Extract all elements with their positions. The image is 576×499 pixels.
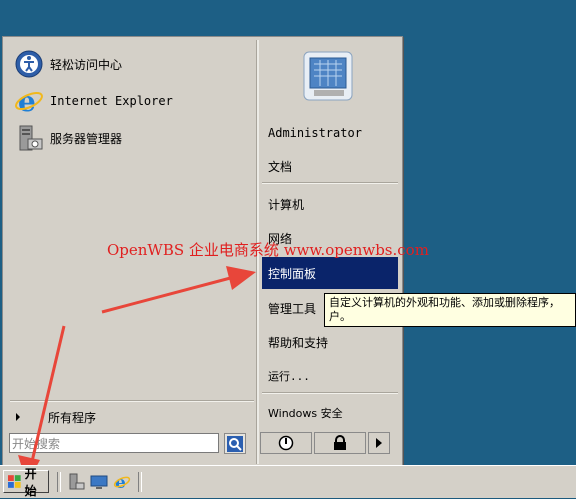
right-pane: Administrator 文档 计算机 网络 控制面板 管理工具 帮助和支持 …	[260, 40, 400, 426]
server-manager-icon	[14, 123, 44, 153]
quicklaunch-server-manager[interactable]	[66, 472, 86, 492]
server-manager-icon	[69, 473, 85, 490]
all-programs-label: 所有程序	[48, 410, 97, 425]
control-panel-label: 控制面板	[268, 266, 317, 281]
pinned-item-label: 服务器管理器	[50, 131, 123, 146]
svg-text:e: e	[18, 86, 36, 116]
search-placeholder: 开始搜索	[12, 436, 61, 451]
ease-of-access-icon	[14, 49, 44, 79]
internet-explorer-icon: e	[14, 86, 44, 116]
windows-logo-icon	[8, 474, 21, 488]
taskbar-separator	[138, 472, 142, 492]
chevron-right-icon	[16, 413, 20, 421]
help-support-label: 帮助和支持	[268, 335, 329, 350]
show-desktop-icon	[90, 475, 108, 489]
separator	[10, 400, 254, 402]
separator	[262, 182, 398, 184]
control-panel-tooltip: 自定义计算机的外观和功能、添加或删除程序，户。	[324, 293, 576, 327]
windows-security-label: Windows 安全	[268, 407, 343, 420]
power-icon	[278, 435, 294, 451]
internet-explorer-icon: e	[113, 473, 131, 491]
power-button[interactable]	[260, 432, 312, 454]
quicklaunch-internet-explorer[interactable]: e	[112, 472, 132, 492]
search-icon	[227, 435, 243, 452]
user-name-item[interactable]: Administrator	[262, 118, 398, 148]
user-picture-icon	[303, 51, 353, 101]
watermark-text: OpenWBS 企业电商系统 www.openwbs.com	[107, 241, 429, 259]
all-programs-button[interactable]: 所有程序	[14, 408, 254, 426]
windows-security-item[interactable]: Windows 安全	[262, 398, 398, 428]
start-label: 开始	[24, 466, 37, 498]
pinned-item-internet-explorer[interactable]: e Internet Explorer	[14, 85, 173, 117]
pinned-programs-pane: 轻松访问中心 e Internet Explorer 服务器管理器 所有程序	[6, 40, 254, 426]
start-button[interactable]: 开始	[3, 467, 49, 498]
search-button[interactable]	[224, 433, 246, 454]
admin-tools-label: 管理工具	[268, 301, 317, 316]
quicklaunch-show-desktop[interactable]	[89, 472, 109, 492]
power-controls	[260, 432, 391, 456]
taskbar-separator	[57, 472, 61, 492]
control-panel-item[interactable]: 控制面板	[262, 257, 398, 289]
documents-label: 文档	[268, 159, 293, 174]
help-support-item[interactable]: 帮助和支持	[262, 327, 398, 357]
computer-item[interactable]: 计算机	[262, 189, 398, 219]
chevron-right-icon	[376, 438, 382, 448]
pinned-item-ease-of-access[interactable]: 轻松访问中心	[14, 48, 122, 80]
user-name-label: Administrator	[268, 126, 362, 140]
lock-button[interactable]	[314, 432, 366, 454]
shutdown-options-button[interactable]	[368, 432, 390, 454]
computer-label: 计算机	[268, 197, 305, 212]
run-label: 运行...	[268, 370, 310, 383]
taskbar: 开始 e	[0, 465, 576, 498]
separator	[262, 392, 398, 394]
documents-item[interactable]: 文档	[262, 151, 398, 181]
pinned-item-label: 轻松访问中心	[50, 57, 123, 72]
search-input[interactable]: 开始搜索	[9, 433, 219, 453]
lock-icon	[334, 435, 346, 450]
pinned-item-label: Internet Explorer	[50, 94, 173, 108]
run-item[interactable]: 运行...	[262, 361, 398, 391]
pinned-item-server-manager[interactable]: 服务器管理器	[14, 122, 122, 154]
user-avatar[interactable]	[300, 48, 356, 104]
